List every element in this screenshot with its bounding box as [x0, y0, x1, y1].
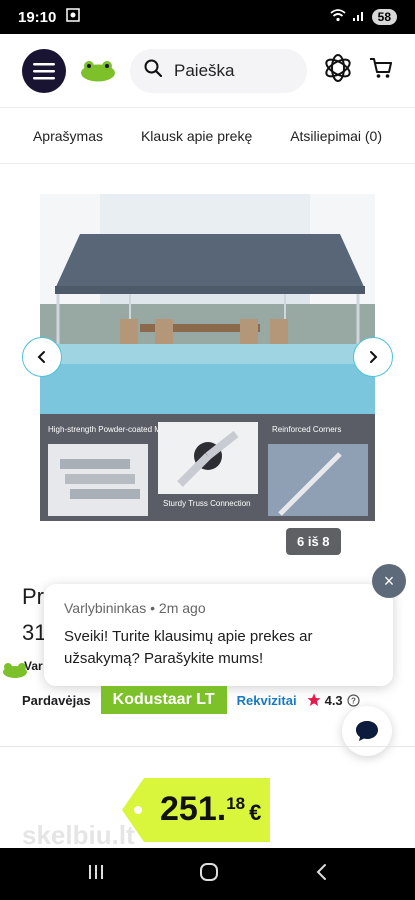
section-divider	[0, 746, 415, 747]
menu-button[interactable]	[22, 48, 66, 93]
site-header: Paieška	[0, 34, 415, 108]
gallery-next-button[interactable]	[353, 337, 393, 377]
seller-partial-label: Var	[24, 659, 43, 673]
status-time: 19:10	[18, 8, 57, 26]
price-decimal: 18	[226, 794, 246, 813]
seller-row: Pardavėjas Kodustaar LT Rekvizitai 4.3 ?	[22, 686, 360, 714]
product-image[interactable]: High-strength Powder-coated Metal Frame …	[40, 194, 375, 521]
caption-truss: Sturdy Truss Connection	[163, 499, 251, 508]
search-input[interactable]: Paieška	[130, 48, 307, 93]
chat-meta: Varlybininkas • 2m ago	[64, 600, 206, 616]
wifi-icon	[330, 8, 346, 26]
price-integer: 251.	[160, 790, 227, 828]
tab-ask-about-product[interactable]: Klausk apie prekę	[141, 128, 252, 144]
home-icon[interactable]	[199, 862, 219, 887]
hamburger-icon	[33, 62, 55, 79]
back-icon[interactable]	[314, 863, 328, 886]
gallery-counter: 6 iš 8	[286, 528, 341, 555]
site-watermark: skelbiu.lt	[22, 820, 135, 850]
recent-apps-icon[interactable]	[87, 864, 105, 885]
chevron-right-icon	[370, 351, 378, 363]
chat-message: Sveiki! Turite klausimų apie prekes ar u…	[64, 628, 313, 667]
chat-popup[interactable]: Varlybininkas • 2m ago Sveiki! Turite kl…	[44, 584, 393, 686]
star-icon	[307, 693, 321, 706]
product-tabs: Aprašymas Klausk apie prekę Atsiliepimai…	[0, 108, 415, 164]
caption-corners: Reinforced Corners	[272, 425, 341, 434]
chat-bubble-icon	[356, 721, 378, 741]
frog-logo-icon[interactable]	[80, 60, 116, 82]
chevron-left-icon	[37, 351, 45, 363]
chat-open-button[interactable]	[342, 706, 392, 756]
signal-icon	[352, 8, 366, 26]
chat-close-button[interactable]: ×	[372, 564, 406, 598]
gallery-prev-button[interactable]	[22, 337, 62, 377]
tab-reviews[interactable]: Atsiliepimai (0)	[290, 128, 382, 144]
rating-value: 4.3	[324, 692, 343, 708]
search-placeholder: Paieška	[174, 60, 235, 80]
battery-indicator: 58	[371, 9, 397, 25]
requisites-link[interactable]: Rekvizitai	[237, 693, 297, 708]
seller-label: Pardavėjas	[22, 692, 91, 708]
help-icon: ?	[347, 693, 360, 707]
price-currency: €	[249, 800, 262, 825]
tab-description[interactable]: Aprašymas	[33, 128, 103, 144]
status-bar: 19:10 58	[0, 0, 415, 34]
price: 251. 18 €	[160, 790, 261, 829]
ai-assistant-icon[interactable]	[321, 51, 355, 90]
screenshot-icon	[66, 8, 81, 26]
product-gallery: High-strength Powder-coated Metal Frame …	[0, 164, 415, 555]
seller-name-badge[interactable]: Kodustaar LT	[100, 686, 227, 714]
android-nav-bar	[0, 848, 415, 900]
svg-text:?: ?	[351, 696, 356, 705]
search-icon	[144, 59, 163, 82]
product-title: Pr	[22, 584, 44, 609]
seller-rating[interactable]: 4.3 ?	[307, 693, 360, 708]
cart-icon[interactable]	[369, 57, 393, 84]
product-subtitle: 31	[22, 620, 47, 645]
